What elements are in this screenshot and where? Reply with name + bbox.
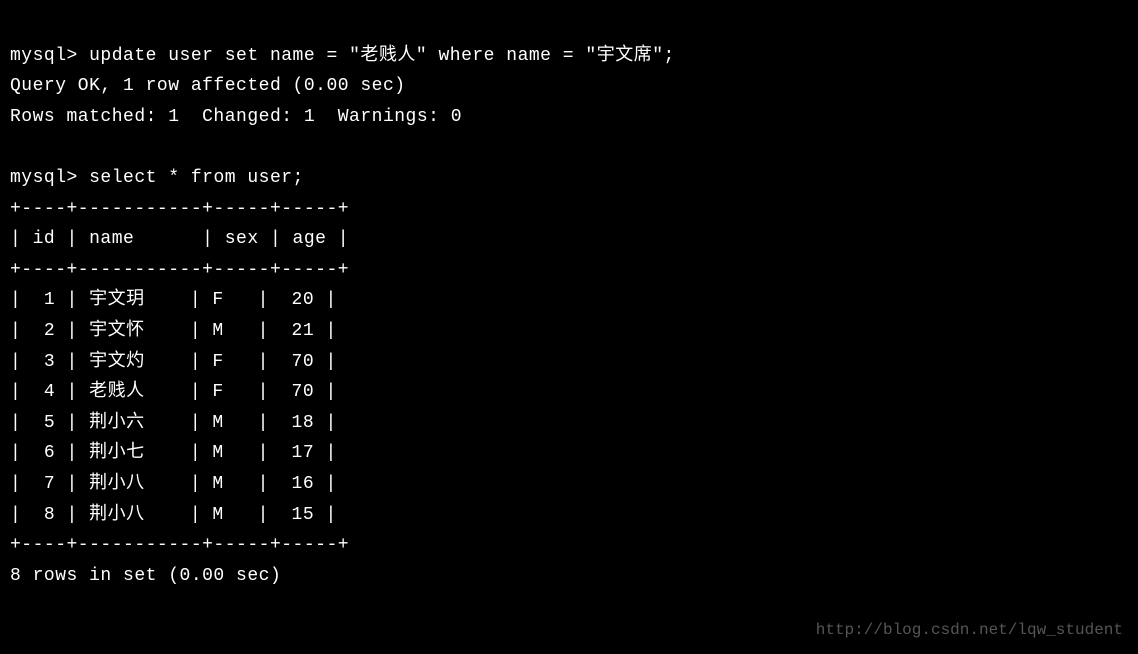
query-result-line: Rows matched: 1 Changed: 1 Warnings: 0 (10, 107, 462, 127)
table-border: +----+-----------+-----+-----+ (10, 535, 349, 555)
sql-select-command: select * from user; (89, 168, 304, 188)
terminal-output: mysql> update user set name = "老贱人" wher… (10, 10, 1128, 591)
table-row: | 1 | 宇文玥 | F | 20 | (10, 290, 337, 310)
query-result-line: 8 rows in set (0.00 sec) (10, 566, 281, 586)
table-header: | id | name | sex | age | (10, 229, 349, 249)
table-row: | 3 | 宇文灼 | F | 70 | (10, 352, 337, 372)
table-row: | 7 | 荆小八 | M | 16 | (10, 474, 337, 494)
table-row: | 8 | 荆小八 | M | 15 | (10, 505, 337, 525)
sql-update-command: update user set name = "老贱人" where name … (89, 46, 675, 66)
query-result-line: Query OK, 1 row affected (0.00 sec) (10, 76, 406, 96)
mysql-prompt: mysql> update user set name = "老贱人" wher… (10, 46, 675, 66)
table-border: +----+-----------+-----+-----+ (10, 260, 349, 280)
table-row: | 2 | 宇文怀 | M | 21 | (10, 321, 337, 341)
table-row: | 5 | 荆小六 | M | 18 | (10, 413, 337, 433)
mysql-prompt: mysql> select * from user; (10, 168, 304, 188)
table-border: +----+-----------+-----+-----+ (10, 199, 349, 219)
watermark-text: http://blog.csdn.net/lqw_student (816, 617, 1123, 644)
table-row: | 6 | 荆小七 | M | 17 | (10, 443, 337, 463)
table-row: | 4 | 老贱人 | F | 70 | (10, 382, 337, 402)
